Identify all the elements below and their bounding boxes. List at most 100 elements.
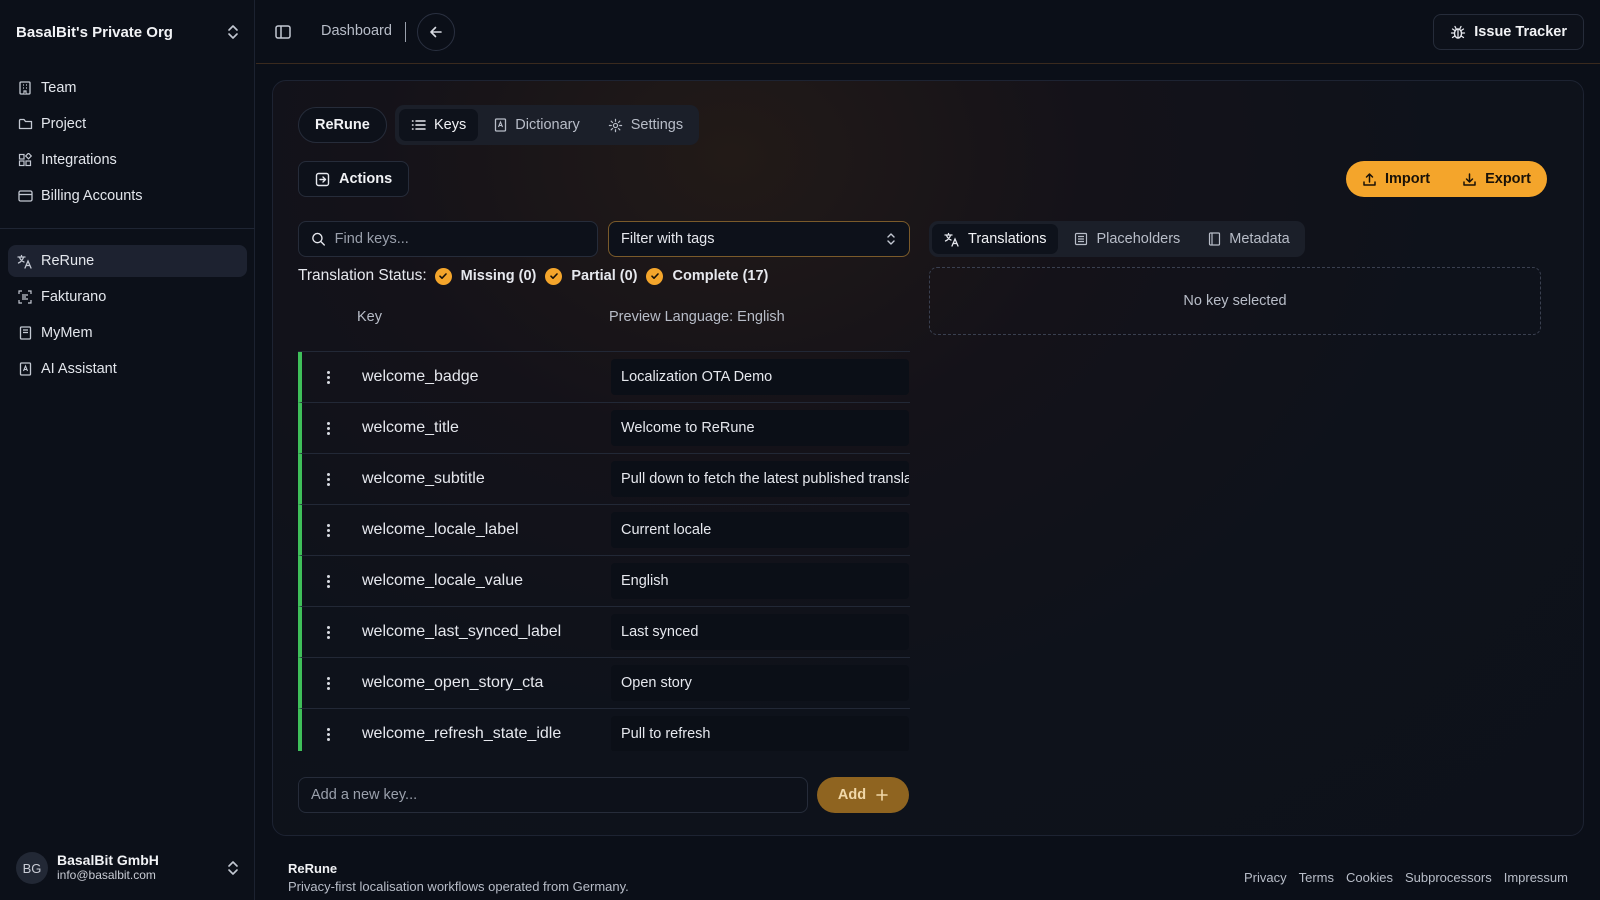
- org-name: BasalBit's Private Org: [16, 23, 173, 41]
- kebab-menu-icon[interactable]: [321, 574, 335, 588]
- sidebar-org-nav: Team Project Integrations Billing Accoun…: [8, 72, 247, 216]
- sidebar-item-label: ReRune: [41, 253, 95, 269]
- breadcrumb[interactable]: Dashboard: [321, 23, 392, 39]
- status-filter-label: Missing (0): [460, 268, 537, 284]
- translation-preview[interactable]: Pull down to fetch the latest published …: [611, 461, 909, 497]
- import-label: Import: [1384, 171, 1431, 187]
- translation-preview[interactable]: Localization OTA Demo: [611, 359, 909, 395]
- tag-filter-select[interactable]: Filter with tags: [608, 221, 910, 257]
- plus-icon: [876, 789, 888, 801]
- tab-label: Placeholders: [1096, 231, 1181, 247]
- chevron-updown-icon: [228, 25, 238, 39]
- footer-link-privacy[interactable]: Privacy: [1244, 870, 1287, 885]
- status-filter-partial[interactable]: Partial (0): [545, 267, 637, 285]
- add-key-button[interactable]: Add: [817, 777, 909, 813]
- sidebar-item-team[interactable]: Team: [8, 72, 247, 104]
- table-row[interactable]: welcome_last_synced_label Last synced: [298, 607, 910, 658]
- sidebar-item-label: Project: [41, 116, 87, 132]
- status-filter-missing[interactable]: Missing (0): [434, 267, 537, 285]
- issue-tracker-button[interactable]: Issue Tracker: [1433, 14, 1584, 50]
- tab-label: Dictionary: [515, 117, 580, 133]
- sidebar-item-label: Integrations: [41, 152, 117, 168]
- tab-placeholders[interactable]: Placeholders: [1062, 224, 1192, 254]
- key-name: welcome_locale_value: [362, 572, 523, 589]
- add-key-input[interactable]: [311, 787, 807, 803]
- translation-preview[interactable]: Welcome to ReRune: [611, 410, 909, 446]
- tab-keys[interactable]: Keys: [399, 109, 479, 141]
- check-circle-icon: [646, 267, 664, 285]
- detail-tabs: Translations Placeholders Metadata: [929, 221, 1305, 257]
- translation-preview[interactable]: Current locale: [611, 512, 909, 548]
- search-input[interactable]: [334, 231, 597, 247]
- translation-preview[interactable]: Last synced: [611, 614, 909, 650]
- account-email: info@basalbit.com: [57, 868, 156, 882]
- list-details-icon: [1075, 232, 1088, 246]
- table-row[interactable]: welcome_subtitle Pull down to fetch the …: [298, 454, 910, 505]
- project-tabs: Keys Dictionary Settings: [395, 105, 700, 145]
- breadcrumb-separator: [405, 22, 406, 42]
- folder-icon: [17, 116, 33, 132]
- add-label: Add: [837, 787, 867, 803]
- sidebar-item-project[interactable]: Project: [8, 108, 247, 140]
- key-name: welcome_locale_label: [362, 521, 519, 538]
- add-key-box: [298, 777, 808, 813]
- translation-preview[interactable]: Pull to refresh: [611, 716, 909, 751]
- sidebar-item-fakturano[interactable]: Fakturano: [8, 281, 247, 313]
- table-row[interactable]: welcome_locale_value English: [298, 556, 910, 607]
- account-switcher[interactable]: BG BasalBit GmbH info@basalbit.com: [16, 850, 240, 886]
- table-row[interactable]: welcome_locale_label Current locale: [298, 505, 910, 556]
- project-name-chip: ReRune: [298, 107, 387, 143]
- sidebar-item-mymem[interactable]: MyMem: [8, 317, 247, 349]
- translation-preview[interactable]: English: [611, 563, 909, 599]
- sidebar-item-ai-assistant[interactable]: AI Assistant: [8, 353, 247, 385]
- kebab-menu-icon[interactable]: [321, 472, 335, 486]
- export-button[interactable]: Export: [1446, 161, 1547, 197]
- tab-metadata[interactable]: Metadata: [1196, 224, 1301, 254]
- back-button[interactable]: [417, 13, 455, 51]
- sidebar-item-label: AI Assistant: [41, 361, 117, 377]
- tab-translations[interactable]: Translations: [932, 224, 1059, 254]
- scan-text-icon: [17, 289, 33, 305]
- tab-settings[interactable]: Settings: [596, 109, 695, 141]
- table-row[interactable]: welcome_refresh_state_idle Pull to refre…: [298, 709, 910, 751]
- sidebar-item-rerune[interactable]: ReRune: [8, 245, 247, 277]
- tag-filter-label: Filter with tags: [621, 231, 715, 247]
- column-header-key: Key: [357, 309, 382, 325]
- footer-link-subprocessors[interactable]: Subprocessors: [1405, 870, 1492, 885]
- search-icon: [312, 232, 325, 246]
- table-row[interactable]: welcome_title Welcome to ReRune: [298, 403, 910, 454]
- kebab-menu-icon[interactable]: [321, 676, 335, 690]
- key-name: welcome_subtitle: [362, 470, 485, 487]
- chevron-updown-icon: [887, 233, 895, 245]
- key-name: welcome_badge: [362, 368, 479, 385]
- status-filter-complete[interactable]: Complete (17): [646, 267, 768, 285]
- bug-icon: [1451, 25, 1466, 39]
- kebab-menu-icon[interactable]: [321, 523, 335, 537]
- sidebar-item-integrations[interactable]: Integrations: [8, 144, 247, 176]
- org-switcher[interactable]: BasalBit's Private Org: [16, 18, 240, 46]
- keys-table: welcome_badge Localization OTA Demo welc…: [298, 351, 910, 751]
- translation-preview[interactable]: Open story: [611, 665, 909, 701]
- puzzle-icon: [17, 152, 33, 168]
- sidebar-toggle-icon[interactable]: [273, 22, 293, 42]
- actions-button[interactable]: Actions: [298, 161, 410, 197]
- table-row[interactable]: welcome_badge Localization OTA Demo: [298, 352, 910, 403]
- tab-dictionary[interactable]: Dictionary: [482, 109, 591, 141]
- table-row[interactable]: welcome_open_story_cta Open story: [298, 658, 910, 709]
- gear-icon: [608, 118, 622, 132]
- tab-label: Translations: [968, 231, 1047, 247]
- footer-link-cookies[interactable]: Cookies: [1346, 870, 1393, 885]
- kebab-menu-icon[interactable]: [321, 370, 335, 384]
- topbar: Dashboard Issue Tracker: [256, 0, 1600, 64]
- footer-link-impressum[interactable]: Impressum: [1504, 870, 1568, 885]
- import-button[interactable]: Import: [1346, 161, 1446, 197]
- sidebar-item-label: Team: [41, 80, 77, 96]
- kebab-menu-icon[interactable]: [321, 625, 335, 639]
- kebab-menu-icon[interactable]: [321, 421, 335, 435]
- key-name: welcome_last_synced_label: [362, 623, 562, 640]
- sidebar-item-billing-accounts[interactable]: Billing Accounts: [8, 180, 247, 212]
- kebab-menu-icon[interactable]: [321, 727, 335, 741]
- footer-link-terms[interactable]: Terms: [1299, 870, 1334, 885]
- status-label: Translation Status:: [298, 267, 427, 284]
- search-box: [298, 221, 598, 257]
